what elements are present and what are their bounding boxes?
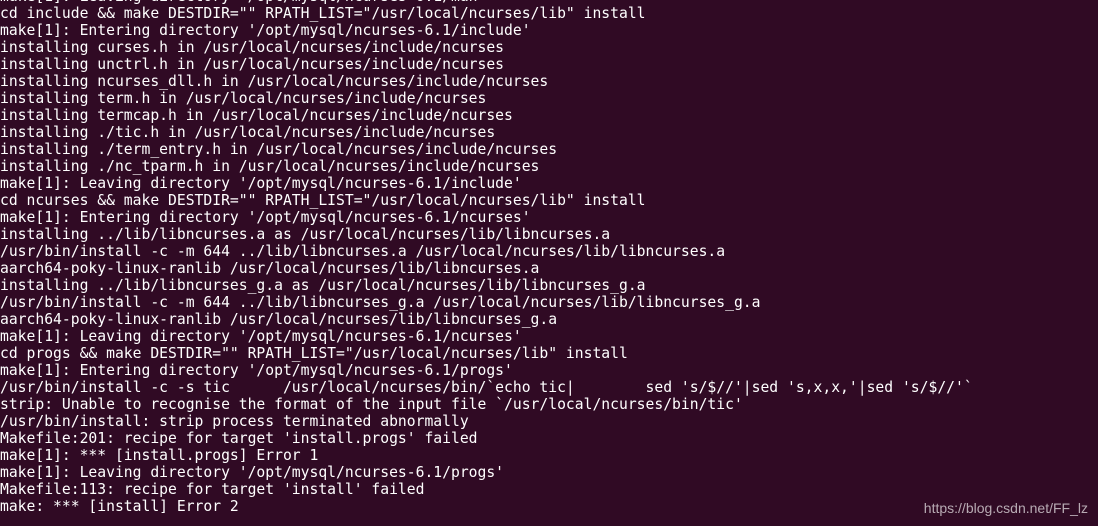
terminal-line: make[1]: Entering directory '/opt/mysql/… [0,209,531,226]
terminal-output: make[1]: Leaving directory '/opt/mysql/n… [0,0,973,515]
terminal-line: installing unctrl.h in /usr/local/ncurse… [0,56,505,73]
terminal-line: aarch64-poky-linux-ranlib /usr/local/ncu… [0,311,558,328]
terminal-line: cd include && make DESTDIR="" RPATH_LIST… [0,5,646,22]
terminal-line: /usr/bin/install -c -m 644 ../lib/libncu… [0,294,761,311]
terminal-line: make[1]: Leaving directory '/opt/mysql/n… [0,328,522,345]
terminal-line: make[1]: Entering directory '/opt/mysql/… [0,22,531,39]
terminal-line: cd ncurses && make DESTDIR="" RPATH_LIST… [0,192,646,209]
terminal-line: /usr/bin/install: strip process terminat… [0,413,469,430]
terminal-line: installing ../lib/libncurses_g.a as /usr… [0,277,646,294]
terminal-line: cd progs && make DESTDIR="" RPATH_LIST="… [0,345,628,362]
terminal-line: Makefile:113: recipe for target 'install… [0,481,425,498]
terminal-line: installing term.h in /usr/local/ncurses/… [0,90,487,107]
terminal-line: make[1]: Leaving directory '/opt/mysql/n… [0,464,505,481]
terminal-line: installing ./tic.h in /usr/local/ncurses… [0,124,496,141]
terminal-line: /usr/bin/install -c -m 644 ../lib/libncu… [0,243,726,260]
terminal-line: aarch64-poky-linux-ranlib /usr/local/ncu… [0,260,540,277]
terminal-line: installing curses.h in /usr/local/ncurse… [0,39,505,56]
terminal-line: installing termcap.h in /usr/local/ncurs… [0,107,513,124]
terminal-line: installing ./term_entry.h in /usr/local/… [0,141,558,158]
watermark-text: https://blog.csdn.net/FF_lz [923,500,1088,516]
terminal-line: installing ./nc_tparm.h in /usr/local/nc… [0,158,540,175]
terminal-line: make[1]: Entering directory '/opt/mysql/… [0,362,513,379]
terminal-line: installing ../lib/libncurses.a as /usr/l… [0,226,611,243]
terminal-line: make[1]: *** [install.progs] Error 1 [0,447,319,464]
terminal-line: strip: Unable to recognise the format of… [0,396,743,413]
terminal-line: Makefile:201: recipe for target 'install… [0,430,478,447]
terminal-line: make[1]: Leaving directory '/opt/mysql/n… [0,175,522,192]
terminal-line: make: *** [install] Error 2 [0,498,239,515]
terminal-window[interactable]: make[1]: Leaving directory '/opt/mysql/n… [0,0,1098,526]
terminal-line: installing ncurses_dll.h in /usr/local/n… [0,73,549,90]
terminal-line: /usr/bin/install -c -s tic /usr/local/nc… [0,379,973,396]
